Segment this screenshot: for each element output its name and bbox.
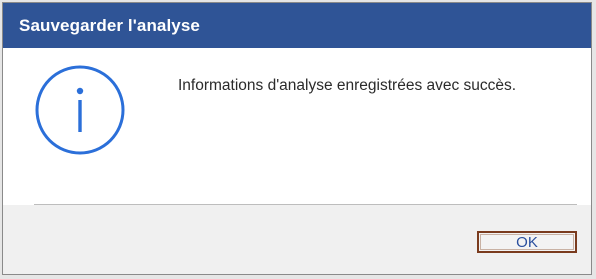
dialog-message: Informations d'analyse enregistrées avec… xyxy=(178,77,517,94)
save-analysis-dialog: Sauvegarder l'analyse Informations d'ana… xyxy=(2,2,592,275)
separator xyxy=(34,204,577,205)
dialog-titlebar[interactable]: Sauvegarder l'analyse xyxy=(3,3,591,48)
info-icon xyxy=(35,65,125,155)
dialog-title: Sauvegarder l'analyse xyxy=(19,15,200,35)
ok-button[interactable]: OK xyxy=(477,231,577,253)
